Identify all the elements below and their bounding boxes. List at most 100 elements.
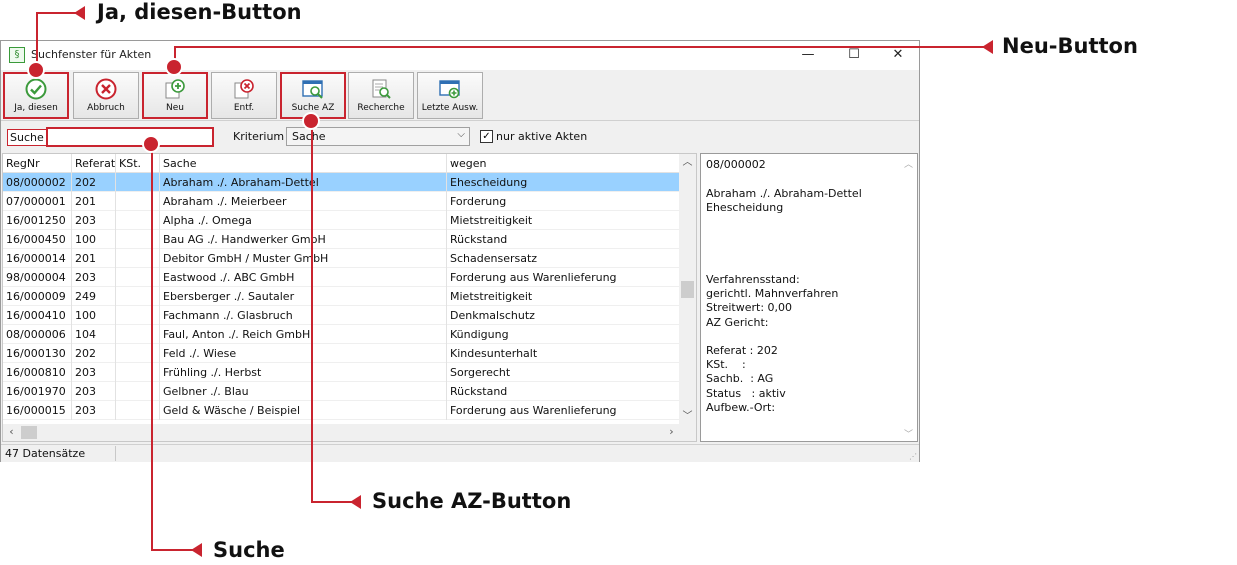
cell-sache: Alpha ./. Omega: [160, 211, 447, 230]
status-bar: 47 Datensätze ⋰: [1, 444, 919, 462]
cell-sache: Gelbner ./. Blau: [160, 382, 447, 401]
detail-scroll-up-icon[interactable]: ︿: [901, 157, 916, 170]
scroll-up-icon[interactable]: ︿: [679, 154, 696, 171]
cell-wegen: Forderung aus Warenlieferung: [450, 404, 617, 417]
callout-line-ja-diesen-h: [36, 12, 76, 14]
callout-dot-suche: [142, 135, 160, 153]
cell-kst: [116, 325, 160, 344]
table-row[interactable]: 07/000001 201 Abraham ./. Meierbeer Forderu…: [3, 192, 680, 211]
table-row[interactable]: 16/000130 202 Feld ./. Wiese Kindesunterhal…: [3, 344, 680, 363]
cell-regnr: 16/000014: [3, 249, 72, 268]
detail-aufbew: Aufbew.-Ort:: [706, 401, 776, 414]
cell-kst: [116, 306, 160, 325]
column-header-sache[interactable]: Sache: [160, 154, 447, 173]
letzte-auswahl-label: Letzte Ausw.: [421, 103, 479, 113]
cell-regnr: 98/000004: [3, 268, 72, 287]
cell-sache: Fachmann ./. Glasbruch: [160, 306, 447, 325]
detail-kst: KSt. :: [706, 358, 746, 371]
maximize-button[interactable]: ☐: [839, 45, 869, 65]
cell-wegen: Kindesunterhalt: [450, 347, 538, 360]
table-row[interactable]: 16/000450 100 Bau AG ./. Handwerker GmbH Rü…: [3, 230, 680, 249]
cell-kst: [116, 344, 160, 363]
cell-regnr: 08/000006: [3, 325, 72, 344]
cell-sache: Abraham ./. Meierbeer: [160, 192, 447, 211]
neu-button[interactable]: Neu: [142, 72, 208, 119]
cell-referat: 249: [72, 287, 116, 306]
cell-sache: Ebersberger ./. Sautaler: [160, 287, 447, 306]
cell-wegen: Forderung aus Warenlieferung: [450, 271, 617, 284]
detail-scroll-down-icon[interactable]: ﹀: [901, 427, 916, 440]
criterion-select[interactable]: Sache ⌵: [286, 127, 470, 146]
table-row[interactable]: 16/000014 201 Debitor GmbH / Muster GmbH Sc…: [3, 249, 680, 268]
search-row: Suche Kriterium Sache ⌵ ✓ nur aktive Akt…: [1, 122, 919, 152]
callout-suche: Suche: [213, 538, 285, 562]
resize-grip-icon[interactable]: ⋰: [909, 452, 917, 461]
hscroll-thumb[interactable]: [21, 426, 37, 439]
detail-streitwert: Streitwert: 0,00: [706, 301, 793, 314]
check-icon: [25, 78, 47, 100]
table-row[interactable]: 16/000015 203 Geld & Wäsche / Beispiel Ford…: [3, 401, 680, 420]
toolbar: Ja, diesen Abbruch Neu Entf. Suche AZ Re…: [1, 70, 919, 121]
cell-wegen: Ehescheidung: [450, 176, 528, 189]
recherche-button[interactable]: Recherche: [348, 72, 414, 119]
cell-regnr: 07/000001: [3, 192, 72, 211]
cell-sache: Eastwood ./. ABC GmbH: [160, 268, 447, 287]
column-header-regnr[interactable]: RegNr: [3, 154, 72, 173]
cell-sache: Feld ./. Wiese: [160, 344, 447, 363]
detail-scrollbar[interactable]: ︿ ﹀: [901, 155, 916, 440]
table-header: RegNr Referat KSt. Sache wegen: [3, 154, 680, 173]
minimize-button[interactable]: —: [793, 45, 823, 65]
cell-regnr: 08/000002: [3, 173, 72, 192]
cell-referat: 104: [72, 325, 116, 344]
cell-kst: [116, 287, 160, 306]
scroll-down-icon[interactable]: ﹀: [679, 408, 696, 425]
cell-kst: [116, 211, 160, 230]
cell-regnr: 16/000009: [3, 287, 72, 306]
abbruch-button[interactable]: Abbruch: [73, 72, 139, 119]
paragraph-app-icon: §: [9, 47, 25, 63]
scroll-right-icon[interactable]: ›: [663, 424, 680, 441]
ja-diesen-button[interactable]: Ja, diesen: [3, 72, 69, 119]
cell-kst: [116, 173, 160, 192]
cell-sache: Geld & Wäsche / Beispiel: [160, 401, 447, 420]
entf-button[interactable]: Entf.: [211, 72, 277, 119]
callout-line-suche-az-v: [311, 122, 313, 502]
window-title: Suchfenster für Akten: [31, 48, 152, 61]
cell-referat: 100: [72, 230, 116, 249]
cell-regnr: 16/001250: [3, 211, 72, 230]
horizontal-scrollbar[interactable]: ‹ ›: [3, 424, 696, 441]
cell-referat: 203: [72, 401, 116, 420]
table-row[interactable]: 16/000009 249 Ebersberger ./. Sautaler Miet…: [3, 287, 680, 306]
table-row[interactable]: 08/000006 104 Faul, Anton ./. Reich GmbH Kü…: [3, 325, 680, 344]
column-header-referat[interactable]: Referat: [72, 154, 116, 173]
table-body: 08/000002 202 Abraham ./. Abraham-Dettel Eh…: [3, 173, 680, 420]
close-button[interactable]: ✕: [883, 45, 913, 65]
table-row[interactable]: 16/000810 203 Frühling ./. Herbst Sorgerech…: [3, 363, 680, 382]
status-divider: [115, 446, 116, 461]
cell-kst: [116, 230, 160, 249]
active-only-label: nur aktive Akten: [496, 130, 588, 143]
cell-kst: [116, 268, 160, 287]
callout-arrow-neu: [982, 40, 993, 54]
letzte-auswahl-button[interactable]: Letzte Ausw.: [417, 72, 483, 119]
cell-wegen: Denkmalschutz: [450, 309, 535, 322]
neu-label: Neu: [166, 103, 184, 113]
table-row[interactable]: 16/001250 203 Alpha ./. Omega Mietstreitigk…: [3, 211, 680, 230]
search-input[interactable]: [46, 127, 214, 147]
search-label: Suche: [7, 129, 47, 146]
table-row[interactable]: 16/001970 203 Gelbner ./. Blau Rückstand: [3, 382, 680, 401]
scroll-thumb[interactable]: [681, 281, 694, 298]
callout-dot-suche-az: [302, 112, 320, 130]
last-selection-icon: [439, 80, 460, 99]
vertical-scrollbar[interactable]: ︿ ﹀: [679, 154, 696, 425]
scroll-left-icon[interactable]: ‹: [3, 424, 20, 441]
column-header-wegen[interactable]: wegen: [447, 154, 680, 173]
cell-wegen: Kündigung: [450, 328, 509, 341]
table-row[interactable]: 08/000002 202 Abraham ./. Abraham-Dettel Eh…: [3, 173, 680, 192]
column-header-kst[interactable]: KSt.: [116, 154, 160, 173]
table-row[interactable]: 16/000410 100 Fachmann ./. Glasbruch Denkma…: [3, 306, 680, 325]
table-row[interactable]: 98/000004 203 Eastwood ./. ABC GmbH Forderu…: [3, 268, 680, 287]
cell-wegen: Schadensersatz: [450, 252, 538, 265]
results-table: RegNr Referat KSt. Sache wegen 08/000002…: [2, 153, 697, 442]
active-only-checkbox[interactable]: ✓: [480, 130, 493, 143]
